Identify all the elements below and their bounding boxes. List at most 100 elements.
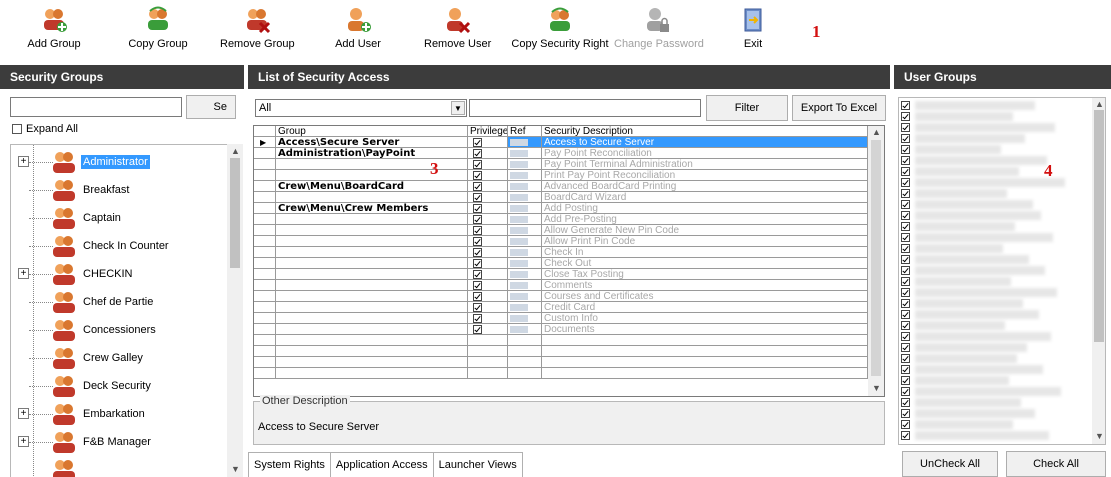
user-groups-scroll-thumb[interactable] — [1094, 110, 1104, 342]
grid-row[interactable] — [254, 346, 868, 357]
copy-group-button[interactable]: Copy Group — [122, 6, 194, 58]
user-group-checkbox[interactable] — [901, 233, 910, 242]
user-group-checkbox[interactable] — [901, 112, 910, 121]
user-group-checkbox[interactable] — [901, 244, 910, 253]
user-group-checkbox[interactable] — [901, 376, 910, 385]
user-group-row[interactable] — [901, 221, 1091, 232]
user-group-checkbox[interactable] — [901, 266, 910, 275]
grid-row[interactable]: Crew\Menu\BoardCard Advanced BoardCard Pr… — [254, 181, 868, 192]
privilege-checkbox[interactable] — [473, 182, 482, 191]
user-group-checkbox[interactable] — [901, 145, 910, 154]
row-indicator[interactable] — [254, 247, 276, 258]
add-group-button[interactable]: Add Group — [22, 6, 86, 58]
expand-all-checkbox-box[interactable] — [12, 124, 22, 134]
user-group-row[interactable] — [901, 166, 1091, 177]
grid-row[interactable] — [254, 368, 868, 379]
user-group-checkbox[interactable] — [901, 409, 910, 418]
user-group-checkbox[interactable] — [901, 178, 910, 187]
filter-button[interactable]: Filter — [706, 95, 788, 121]
user-group-row[interactable] — [901, 144, 1091, 155]
user-group-row[interactable] — [901, 155, 1091, 166]
row-indicator[interactable] — [254, 159, 276, 170]
row-indicator[interactable] — [254, 291, 276, 302]
privilege-checkbox[interactable] — [473, 149, 482, 158]
privilege-checkbox[interactable] — [473, 193, 482, 202]
user-group-checkbox[interactable] — [901, 189, 910, 198]
grid-row[interactable]: Custom Info — [254, 313, 868, 324]
user-group-row[interactable] — [901, 287, 1091, 298]
uncheck-all-button[interactable]: UnCheck All — [902, 451, 998, 477]
grid-row[interactable]: Documents — [254, 324, 868, 335]
user-group-row[interactable] — [901, 111, 1091, 122]
user-group-row[interactable] — [901, 364, 1091, 375]
user-group-checkbox[interactable] — [901, 167, 910, 176]
privilege-checkbox[interactable] — [473, 259, 482, 268]
grid-row[interactable]: Check Out — [254, 258, 868, 269]
grid-scrollbar[interactable]: ▲ ▼ — [868, 126, 884, 396]
grid-row[interactable] — [254, 357, 868, 368]
user-group-row[interactable] — [901, 199, 1091, 210]
grid-row[interactable]: Add Pre-Posting — [254, 214, 868, 225]
privilege-checkbox[interactable] — [473, 226, 482, 235]
privilege-checkbox[interactable] — [473, 138, 482, 147]
user-group-checkbox[interactable] — [901, 299, 910, 308]
user-group-row[interactable] — [901, 320, 1091, 331]
grid-row[interactable]: Credit Card — [254, 302, 868, 313]
grid-row[interactable]: BoardCard Wizard — [254, 192, 868, 203]
user-group-row[interactable] — [901, 254, 1091, 265]
tab-application-access[interactable]: Application Access — [329, 452, 434, 477]
scroll-down-icon[interactable]: ▼ — [1095, 431, 1104, 441]
column-header-ref[interactable]: Ref — [508, 126, 542, 137]
grid-row[interactable]: Allow Print Pin Code — [254, 236, 868, 247]
security-group-search-input[interactable] — [10, 97, 182, 117]
user-group-row[interactable] — [901, 276, 1091, 287]
row-indicator[interactable] — [254, 181, 276, 192]
row-indicator[interactable] — [254, 192, 276, 203]
user-group-row[interactable] — [901, 353, 1091, 364]
user-group-row[interactable] — [901, 210, 1091, 221]
expand-all-checkbox[interactable]: Expand All — [12, 123, 78, 135]
tab-system-rights[interactable]: System Rights — [248, 452, 331, 477]
row-indicator[interactable] — [254, 335, 276, 346]
user-group-row[interactable] — [901, 100, 1091, 111]
user-group-row[interactable] — [901, 342, 1091, 353]
privilege-checkbox[interactable] — [473, 204, 482, 213]
scroll-up-icon[interactable]: ▲ — [872, 127, 881, 137]
user-group-checkbox[interactable] — [901, 387, 910, 396]
user-group-checkbox[interactable] — [901, 211, 910, 220]
row-indicator[interactable] — [254, 324, 276, 335]
privilege-checkbox[interactable] — [473, 215, 482, 224]
scroll-up-icon[interactable]: ▲ — [1095, 99, 1104, 109]
tree-item-administrator[interactable]: + Administrator — [11, 148, 227, 176]
user-group-row[interactable] — [901, 177, 1091, 188]
grid-row[interactable]: Crew\Menu\Crew Members Add Posting — [254, 203, 868, 214]
privilege-checkbox[interactable] — [473, 314, 482, 323]
privilege-checkbox[interactable] — [473, 325, 482, 334]
user-group-row[interactable] — [901, 232, 1091, 243]
tree-item-partial[interactable] — [11, 456, 227, 477]
expand-toggle-icon[interactable]: + — [18, 268, 29, 279]
row-indicator[interactable] — [254, 214, 276, 225]
row-indicator[interactable]: ▶ — [254, 137, 276, 148]
user-group-row[interactable] — [901, 375, 1091, 386]
user-groups-scrollbar[interactable]: ▲ ▼ — [1092, 98, 1105, 444]
user-group-checkbox[interactable] — [901, 277, 910, 286]
user-group-checkbox[interactable] — [901, 365, 910, 374]
privilege-checkbox[interactable] — [473, 248, 482, 257]
dropdown-arrow-icon[interactable]: ▼ — [451, 101, 465, 115]
user-group-row[interactable] — [901, 133, 1091, 144]
row-indicator[interactable] — [254, 225, 276, 236]
user-group-checkbox[interactable] — [901, 321, 910, 330]
row-indicator[interactable] — [254, 280, 276, 291]
row-indicator[interactable] — [254, 258, 276, 269]
privilege-checkbox[interactable] — [473, 303, 482, 312]
scroll-down-icon[interactable]: ▼ — [231, 464, 240, 474]
user-group-checkbox[interactable] — [901, 123, 910, 132]
remove-group-button[interactable]: Remove Group — [220, 6, 295, 58]
row-indicator[interactable] — [254, 269, 276, 280]
tree-item-crew-galley[interactable]: Crew Galley — [11, 344, 227, 372]
user-group-checkbox[interactable] — [901, 310, 910, 319]
check-all-button[interactable]: Check All — [1006, 451, 1106, 477]
user-group-checkbox[interactable] — [901, 343, 910, 352]
tree-item-checkin[interactable]: + CHECKIN — [11, 260, 227, 288]
